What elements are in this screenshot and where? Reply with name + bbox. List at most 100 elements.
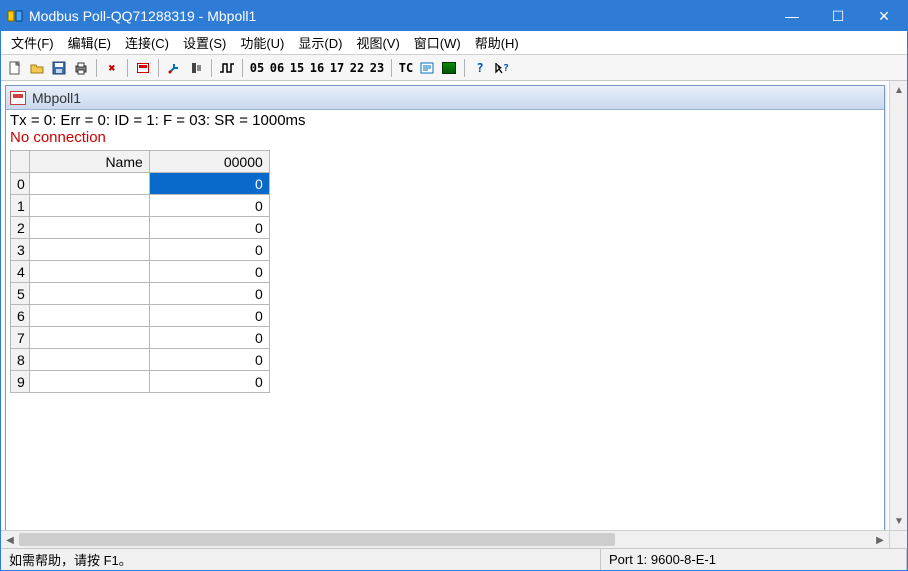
disconnect-button[interactable] xyxy=(186,58,206,78)
name-cell[interactable] xyxy=(29,173,149,195)
menu-view[interactable]: 视图(V) xyxy=(350,31,405,54)
table-row[interactable]: 00 xyxy=(11,173,270,195)
register-grid[interactable]: Name 00000 00102030405060708090 xyxy=(10,150,270,393)
name-cell[interactable] xyxy=(29,239,149,261)
value-cell[interactable]: 0 xyxy=(149,305,269,327)
save-button[interactable] xyxy=(49,58,69,78)
table-row[interactable]: 40 xyxy=(11,261,270,283)
func-05-button[interactable]: 05 xyxy=(248,58,266,78)
toolbar-separator xyxy=(211,59,212,77)
print-button[interactable] xyxy=(71,58,91,78)
value-cell[interactable]: 0 xyxy=(149,371,269,393)
definition-button[interactable] xyxy=(133,58,153,78)
value-cell[interactable]: 0 xyxy=(149,283,269,305)
menu-file[interactable]: 文件(F) xyxy=(5,31,60,54)
menu-help[interactable]: 帮助(H) xyxy=(469,31,525,54)
open-button[interactable] xyxy=(27,58,47,78)
name-cell[interactable] xyxy=(29,305,149,327)
column-header-value[interactable]: 00000 xyxy=(149,151,269,173)
func-22-button[interactable]: 22 xyxy=(348,58,366,78)
help-button[interactable]: ? xyxy=(470,58,490,78)
chip-button[interactable] xyxy=(439,58,459,78)
row-header[interactable]: 3 xyxy=(11,239,30,261)
menu-window[interactable]: 窗口(W) xyxy=(408,31,467,54)
connect-button[interactable] xyxy=(164,58,184,78)
table-row[interactable]: 30 xyxy=(11,239,270,261)
pulse-button[interactable] xyxy=(217,58,237,78)
tc-button[interactable]: TC xyxy=(397,58,415,78)
delete-button[interactable]: ✖ xyxy=(102,58,122,78)
row-header[interactable]: 2 xyxy=(11,217,30,239)
context-help-button[interactable]: ? xyxy=(492,58,512,78)
name-cell[interactable] xyxy=(29,327,149,349)
menu-functions[interactable]: 功能(U) xyxy=(234,31,290,54)
func-16-button[interactable]: 16 xyxy=(308,58,326,78)
value-cell[interactable]: 0 xyxy=(149,239,269,261)
table-row[interactable]: 80 xyxy=(11,349,270,371)
table-row[interactable]: 20 xyxy=(11,217,270,239)
vscroll-track[interactable] xyxy=(890,99,907,512)
table-row[interactable]: 60 xyxy=(11,305,270,327)
value-cell[interactable]: 0 xyxy=(149,327,269,349)
row-header[interactable]: 8 xyxy=(11,349,30,371)
value-cell[interactable]: 0 xyxy=(149,173,269,195)
row-header[interactable]: 1 xyxy=(11,195,30,217)
name-cell[interactable] xyxy=(29,283,149,305)
func-23-button[interactable]: 23 xyxy=(368,58,386,78)
statusbar: 如需帮助，请按 F1。 Port 1: 9600-8-E-1 xyxy=(1,548,907,570)
menu-edit[interactable]: 编辑(E) xyxy=(62,31,117,54)
child-window-icon xyxy=(10,91,26,105)
hscroll-thumb[interactable] xyxy=(19,533,615,546)
hscroll-track[interactable] xyxy=(19,531,871,548)
value-cell[interactable]: 0 xyxy=(149,217,269,239)
context-help-icon: ? xyxy=(494,61,510,75)
app-icon xyxy=(7,8,23,24)
name-cell[interactable] xyxy=(29,349,149,371)
name-cell[interactable] xyxy=(29,217,149,239)
row-header[interactable]: 7 xyxy=(11,327,30,349)
column-header-name[interactable]: Name xyxy=(29,151,149,173)
mdi-horizontal-scrollbar[interactable]: ◀ ▶ xyxy=(1,530,889,548)
maximize-button[interactable]: ☐ xyxy=(815,1,861,31)
value-cell[interactable]: 0 xyxy=(149,195,269,217)
table-row[interactable]: 50 xyxy=(11,283,270,305)
table-row[interactable]: 70 xyxy=(11,327,270,349)
value-cell[interactable]: 0 xyxy=(149,261,269,283)
toolbar-separator xyxy=(242,59,243,77)
func-17-button[interactable]: 17 xyxy=(328,58,346,78)
new-button[interactable] xyxy=(5,58,25,78)
menu-connection[interactable]: 连接(C) xyxy=(119,31,175,54)
minimize-button[interactable]: — xyxy=(769,1,815,31)
menu-setup[interactable]: 设置(S) xyxy=(177,31,232,54)
grid-corner[interactable] xyxy=(11,151,30,173)
child-window-titlebar[interactable]: Mbpoll1 xyxy=(6,86,884,110)
func-06-button[interactable]: 06 xyxy=(268,58,286,78)
value-cell[interactable]: 0 xyxy=(149,349,269,371)
close-button[interactable]: ✕ xyxy=(861,1,907,31)
scroll-right-arrow-icon[interactable]: ▶ xyxy=(871,531,889,548)
titlebar[interactable]: Modbus Poll-QQ71288319 - Mbpoll1 — ☐ ✕ xyxy=(1,1,907,31)
mbpoll-child-window[interactable]: Mbpoll1 Tx = 0: Err = 0: ID = 1: F = 03:… xyxy=(5,85,885,530)
row-header[interactable]: 5 xyxy=(11,283,30,305)
table-row[interactable]: 10 xyxy=(11,195,270,217)
toolbar-separator xyxy=(464,59,465,77)
row-header[interactable]: 0 xyxy=(11,173,30,195)
table-row[interactable]: 90 xyxy=(11,371,270,393)
window-title: Modbus Poll-QQ71288319 - Mbpoll1 xyxy=(29,8,769,24)
scroll-up-arrow-icon[interactable]: ▲ xyxy=(890,81,907,99)
menu-display[interactable]: 显示(D) xyxy=(292,31,348,54)
status-line: Tx = 0: Err = 0: ID = 1: F = 03: SR = 10… xyxy=(10,112,880,129)
toolbar-separator xyxy=(127,59,128,77)
log-button[interactable] xyxy=(417,58,437,78)
scroll-left-arrow-icon[interactable]: ◀ xyxy=(1,531,19,548)
name-cell[interactable] xyxy=(29,261,149,283)
row-header[interactable]: 9 xyxy=(11,371,30,393)
mdi-vertical-scrollbar[interactable]: ▲ ▼ xyxy=(889,81,907,530)
scroll-down-arrow-icon[interactable]: ▼ xyxy=(890,512,907,530)
row-header[interactable]: 6 xyxy=(11,305,30,327)
name-cell[interactable] xyxy=(29,195,149,217)
row-header[interactable]: 4 xyxy=(11,261,30,283)
child-window-title: Mbpoll1 xyxy=(32,90,81,106)
name-cell[interactable] xyxy=(29,371,149,393)
func-15-button[interactable]: 15 xyxy=(288,58,306,78)
